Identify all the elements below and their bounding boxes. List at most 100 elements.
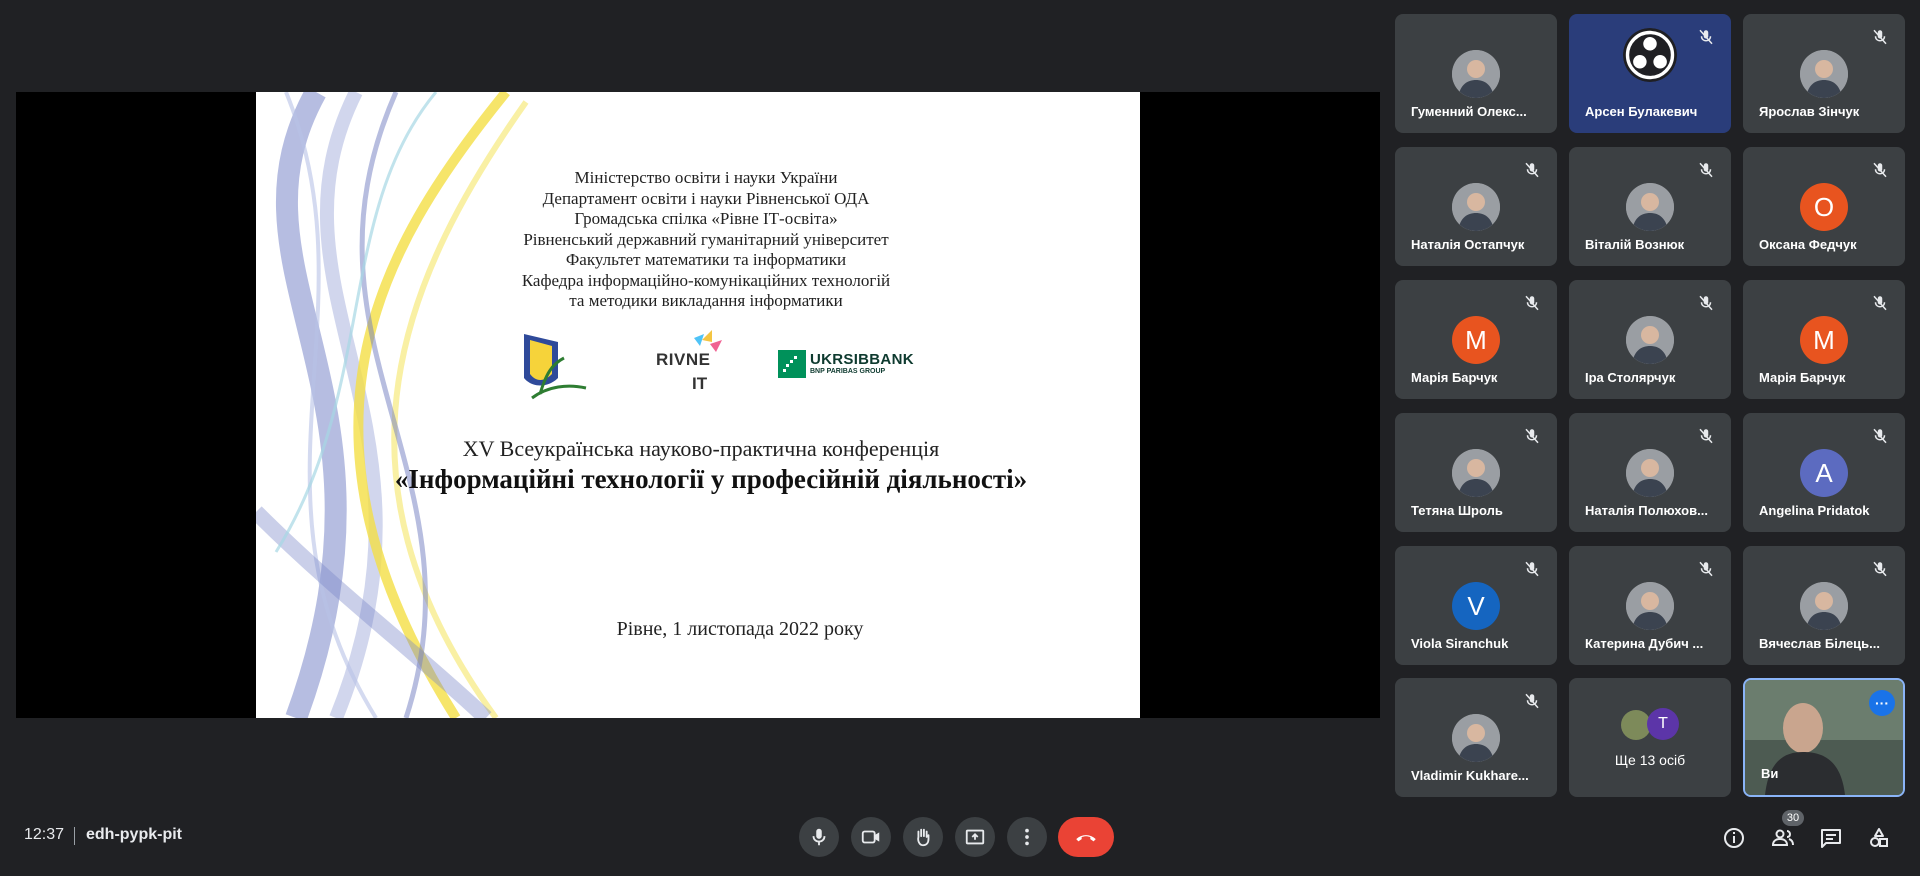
presentation-slide: Міністерство освіти і науки України Депа… bbox=[256, 92, 1140, 718]
participant-photo-icon bbox=[1452, 449, 1500, 497]
more-participants-label: Ще 13 осіб bbox=[1614, 752, 1686, 768]
microphone-muted-icon bbox=[1523, 427, 1541, 445]
participant-name: Арсен Булакевич bbox=[1585, 104, 1698, 119]
more-participants-letter: T bbox=[1647, 708, 1679, 740]
participant-name: Катерина Дубич ... bbox=[1585, 636, 1704, 651]
rivne-it-logo: RIVNE IT bbox=[656, 328, 736, 398]
chat-button[interactable] bbox=[1817, 824, 1845, 852]
microphone-icon bbox=[812, 828, 826, 846]
microphone-muted-icon bbox=[1871, 161, 1889, 179]
microphone-muted-icon bbox=[1871, 427, 1889, 445]
meeting-time: 12:37 bbox=[24, 826, 65, 843]
self-video-tile[interactable]: ··· Ви bbox=[1743, 678, 1905, 797]
participant-tile[interactable]: О Оксана Федчук bbox=[1743, 147, 1905, 266]
participant-name: Вячеслав Білець... bbox=[1759, 636, 1880, 651]
participant-initial-avatar: A bbox=[1800, 449, 1848, 497]
participant-tile[interactable]: Катерина Дубич ... bbox=[1569, 546, 1731, 665]
participant-tile[interactable]: Віталій Вознюк bbox=[1569, 147, 1731, 266]
participant-name: Наталія Полюхов... bbox=[1585, 503, 1708, 518]
microphone-muted-icon bbox=[1523, 560, 1541, 578]
university-logo bbox=[524, 334, 587, 400]
microphone-muted-icon bbox=[1697, 161, 1715, 179]
more-options-button[interactable] bbox=[1007, 817, 1047, 857]
conference-date: Рівне, 1 листопада 2022 року bbox=[616, 618, 864, 640]
present-screen-button[interactable] bbox=[955, 817, 995, 857]
microphone-button[interactable] bbox=[799, 817, 839, 857]
info-icon bbox=[1724, 828, 1744, 848]
microphone-muted-icon bbox=[1697, 28, 1715, 46]
rivne-logo-text: RIVNE bbox=[656, 350, 711, 369]
participant-tile[interactable]: Іра Столярчук bbox=[1569, 280, 1731, 399]
participant-photo-icon bbox=[1452, 50, 1500, 98]
microphone-muted-icon bbox=[1523, 692, 1541, 710]
participant-photo-icon bbox=[1800, 50, 1848, 98]
microphone-muted-icon bbox=[1697, 560, 1715, 578]
microphone-muted-icon bbox=[1697, 427, 1715, 445]
participant-tile[interactable]: Наталія Полюхов... bbox=[1569, 413, 1731, 532]
org-line: Громадська спілка «Рівне ІТ-освіта» bbox=[574, 209, 838, 228]
microphone-muted-icon bbox=[1871, 294, 1889, 312]
conference-title: «Інформаційні технології у професійній д… bbox=[394, 464, 1028, 494]
activities-button[interactable] bbox=[1865, 824, 1893, 852]
participant-tile[interactable]: M Марія Барчук bbox=[1743, 280, 1905, 399]
participant-name: Ярослав Зінчук bbox=[1759, 104, 1860, 119]
it-logo-text: IT bbox=[692, 374, 708, 393]
participant-tile[interactable]: Ярослав Зінчук bbox=[1743, 14, 1905, 133]
self-name: Ви bbox=[1761, 766, 1779, 781]
org-line: Факультет математики та інформатики bbox=[565, 250, 847, 269]
chat-icon bbox=[1821, 829, 1841, 848]
microphone-muted-icon bbox=[1697, 294, 1715, 312]
slide-logos: RIVNE IT UKRSIBBANK BNP PARIBAS GROUP bbox=[256, 328, 1140, 408]
participant-name: Іра Столярчук bbox=[1585, 370, 1676, 385]
participant-tile[interactable]: Гуменний Олекс... bbox=[1395, 14, 1557, 133]
participant-name: Viola Siranchuk bbox=[1411, 636, 1509, 651]
microphone-muted-icon bbox=[1871, 560, 1889, 578]
org-line: Департамент освіти і науки Рівненської О… bbox=[542, 188, 870, 208]
participant-tile[interactable]: M Марія Барчук bbox=[1395, 280, 1557, 399]
more-participants-tile[interactable]: T Ще 13 осіб bbox=[1569, 678, 1731, 797]
raise-hand-button[interactable] bbox=[903, 817, 943, 857]
participant-tile[interactable]: Vladimir Kukhare... bbox=[1395, 678, 1557, 797]
participant-name: Марія Барчук bbox=[1759, 370, 1846, 385]
participant-tile[interactable]: Тетяна Шроль bbox=[1395, 413, 1557, 532]
participant-photo-icon bbox=[1452, 714, 1500, 762]
activities-icon bbox=[1870, 828, 1888, 847]
participant-tile[interactable]: Наталія Остапчук bbox=[1395, 147, 1557, 266]
participant-photo-icon bbox=[1626, 316, 1674, 364]
participant-tile[interactable]: Вячеслав Білець... bbox=[1743, 546, 1905, 665]
participant-tile[interactable]: V Viola Siranchuk bbox=[1395, 546, 1557, 665]
raise-hand-icon bbox=[917, 828, 930, 847]
participant-tile[interactable]: Арсен Булакевич bbox=[1569, 14, 1731, 133]
participant-photo-icon bbox=[1626, 449, 1674, 497]
obs-logo-icon bbox=[1623, 28, 1677, 82]
participant-initial-avatar: M bbox=[1452, 316, 1500, 364]
participant-photo-icon bbox=[1452, 183, 1500, 231]
org-line: Кафедра інформаційно-комунікаційних техн… bbox=[521, 270, 891, 290]
participant-photo-icon bbox=[1800, 582, 1848, 630]
self-tile-menu-button[interactable]: ··· bbox=[1869, 690, 1895, 716]
participant-initial-avatar: M bbox=[1800, 316, 1848, 364]
meeting-code: edh-pypk-pit bbox=[86, 826, 182, 843]
participant-name: Марія Барчук bbox=[1411, 370, 1498, 385]
participant-tile[interactable]: A Angelina Pridatok bbox=[1743, 413, 1905, 532]
conference-subtitle: XV Всеукраїнська науково-практична конфе… bbox=[462, 436, 940, 461]
hang-up-button[interactable] bbox=[1058, 817, 1114, 857]
participant-initial-avatar: О bbox=[1800, 183, 1848, 231]
participant-name: Тетяна Шроль bbox=[1411, 503, 1503, 518]
participant-name: Оксана Федчук bbox=[1759, 237, 1857, 252]
more-options-icon bbox=[1025, 828, 1029, 846]
participant-photo-icon bbox=[1626, 582, 1674, 630]
camera-button[interactable] bbox=[851, 817, 891, 857]
present-screen-icon bbox=[965, 829, 985, 845]
microphone-muted-icon bbox=[1871, 28, 1889, 46]
bank-subtitle: BNP PARIBAS GROUP bbox=[810, 368, 886, 375]
participant-initial-avatar: V bbox=[1452, 582, 1500, 630]
more-participants-avatars: T bbox=[1621, 708, 1681, 744]
participant-photo-icon bbox=[1626, 183, 1674, 231]
participant-name: Angelina Pridatok bbox=[1759, 503, 1870, 518]
ukrsibbank-logo: UKRSIBBANK BNP PARIBAS GROUP bbox=[778, 350, 914, 378]
microphone-muted-icon bbox=[1523, 294, 1541, 312]
people-button[interactable] bbox=[1769, 824, 1797, 852]
org-line: та методики викладання інформатики bbox=[569, 291, 843, 310]
meeting-info-button[interactable] bbox=[1720, 824, 1748, 852]
